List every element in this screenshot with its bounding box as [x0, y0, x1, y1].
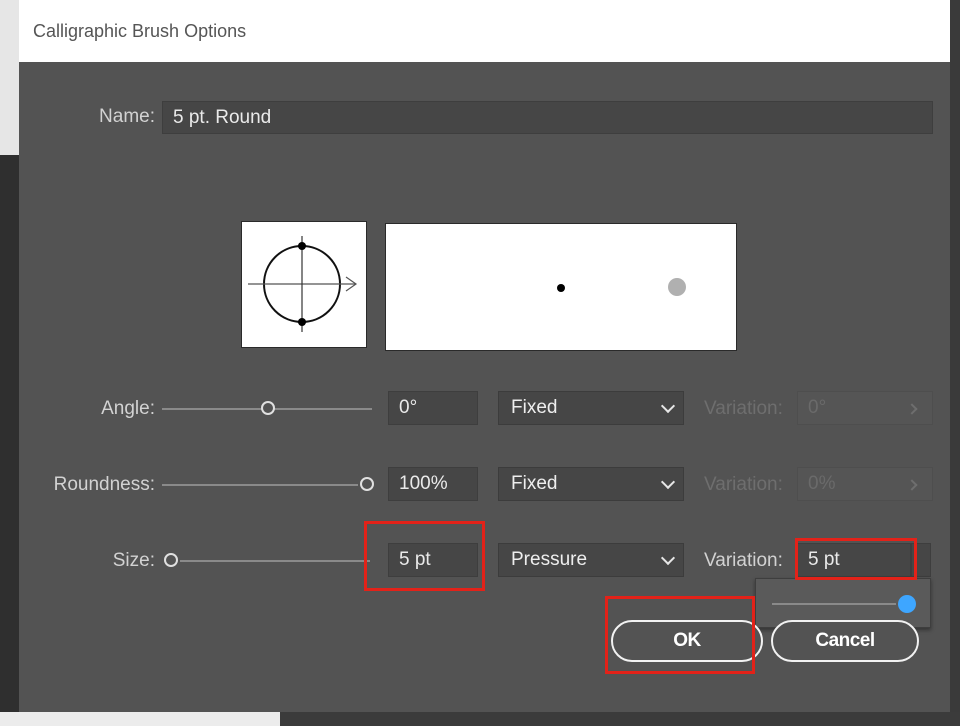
- highlight-box-size-value: [364, 521, 485, 591]
- dialog-titlebar[interactable]: Calligraphic Brush Options: [19, 0, 950, 62]
- calligraphic-brush-options-dialog: Calligraphic Brush Options Name: 5 pt. R…: [19, 0, 950, 712]
- angle-label: Angle:: [101, 398, 155, 419]
- size-slider-knob[interactable]: [164, 553, 178, 567]
- name-input[interactable]: 5 pt. Round: [162, 101, 933, 134]
- roundness-label: Roundness:: [53, 474, 155, 495]
- angle-mode-value: Fixed: [511, 397, 558, 418]
- background-app-bottom-dark: [280, 712, 960, 726]
- roundness-mode-dropdown[interactable]: Fixed: [498, 467, 684, 501]
- angle-variation-input: 0°: [797, 391, 933, 425]
- size-variation-slider-knob[interactable]: [898, 595, 916, 613]
- size-variation-slider-track[interactable]: [772, 603, 896, 605]
- background-app-panel-dark: [0, 155, 19, 726]
- name-label: Name:: [99, 106, 155, 127]
- roundness-value-input[interactable]: 100%: [388, 467, 478, 501]
- highlight-box-size-variation: [795, 538, 917, 580]
- dialog-title: Calligraphic Brush Options: [33, 21, 247, 41]
- background-app-panel: [0, 0, 19, 155]
- roundness-slider-track[interactable]: [162, 484, 358, 486]
- chevron-right-icon: [906, 403, 918, 415]
- size-mode-value: Pressure: [511, 549, 588, 570]
- roundness-slider-knob[interactable]: [360, 477, 374, 491]
- chevron-right-icon: [906, 479, 918, 491]
- chevron-down-icon: [660, 550, 676, 566]
- size-slider-track[interactable]: [180, 560, 370, 562]
- roundness-variation-input: 0%: [797, 467, 933, 501]
- chevron-down-icon: [660, 474, 676, 490]
- brush-angle-preview-icon: [248, 236, 358, 332]
- angle-mode-dropdown[interactable]: Fixed: [498, 391, 684, 425]
- size-label: Size:: [112, 550, 155, 571]
- brush-dots-preview: [557, 278, 686, 296]
- brush-stroke-preview: [385, 223, 737, 351]
- angle-slider-knob[interactable]: [261, 401, 275, 415]
- roundness-mode-value: Fixed: [511, 473, 558, 494]
- size-mode-dropdown[interactable]: Pressure: [498, 543, 684, 577]
- name-input-value: 5 pt. Round: [173, 106, 272, 128]
- size-variation-label: Variation:: [704, 550, 783, 571]
- roundness-variation-value: 0%: [808, 473, 836, 494]
- roundness-variation-label: Variation:: [704, 474, 783, 495]
- chevron-down-icon: [660, 398, 676, 414]
- angle-variation-label: Variation:: [704, 398, 783, 419]
- highlight-box-ok-button: [605, 596, 755, 674]
- angle-value: 0°: [399, 397, 418, 418]
- angle-value-input[interactable]: 0°: [388, 391, 478, 425]
- roundness-value: 100%: [399, 473, 448, 494]
- brush-angle-roundness-preview[interactable]: [241, 221, 367, 348]
- angle-variation-value: 0°: [808, 397, 827, 418]
- cancel-button[interactable]: Cancel: [771, 620, 919, 662]
